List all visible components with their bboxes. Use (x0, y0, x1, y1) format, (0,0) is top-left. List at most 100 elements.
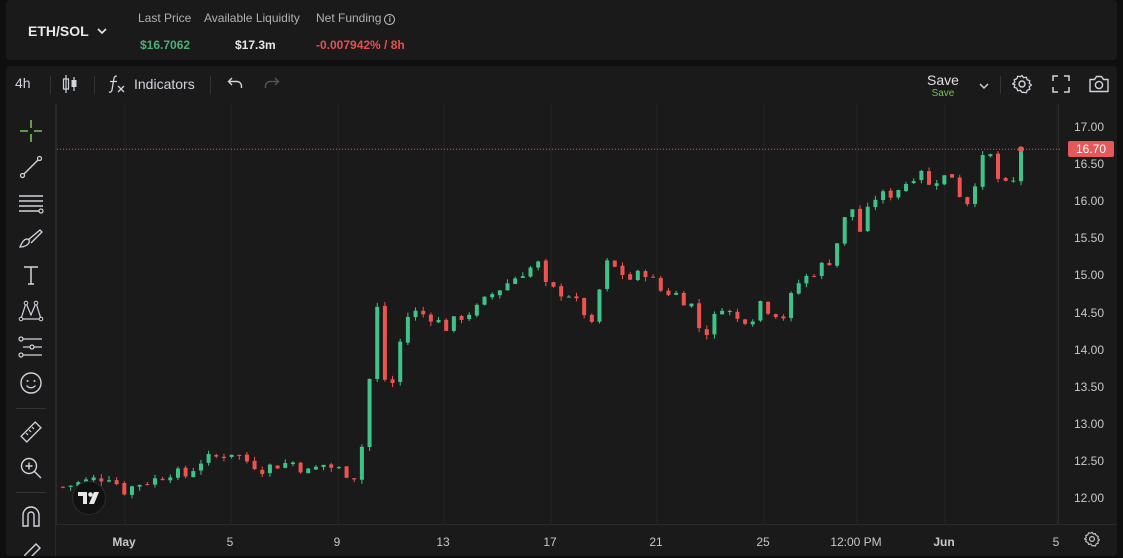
candle (237, 454, 242, 460)
save-button[interactable]: Save Save (927, 72, 959, 99)
candle (68, 485, 73, 491)
candle-body (421, 310, 426, 315)
candle (183, 465, 188, 479)
net-funding-label: Net Funding i (316, 11, 396, 25)
x-tick-label: 13 (436, 535, 450, 549)
info-icon[interactable]: i (384, 14, 396, 25)
crosshair-tool[interactable] (18, 118, 44, 144)
last-price-value: $16.7062 (140, 38, 191, 52)
candle (582, 297, 587, 319)
candle (152, 474, 157, 488)
candle (329, 462, 334, 472)
settings-button[interactable] (1011, 74, 1033, 97)
redo-button[interactable] (264, 76, 280, 93)
candle (382, 301, 387, 382)
candle (367, 378, 372, 451)
price-axis[interactable]: 17.00 16.50 16.00 15.50 15.00 14.50 14.00 13.50… (1059, 104, 1117, 524)
candle-body (467, 314, 472, 320)
brush-tool[interactable] (18, 226, 44, 252)
magnet-tool[interactable] (18, 504, 44, 530)
tradingview-logo[interactable] (72, 481, 106, 515)
save-menu-button[interactable] (979, 77, 989, 93)
candle-body (61, 486, 65, 488)
fib-tool[interactable] (18, 190, 44, 216)
candle (942, 175, 947, 186)
candle-body (980, 155, 985, 187)
projection-tool[interactable] (18, 334, 44, 360)
candles-icon (62, 75, 77, 93)
interval-button[interactable]: 4h (15, 75, 31, 91)
candle-body (781, 316, 786, 319)
candle (973, 183, 978, 208)
candle (421, 306, 426, 318)
candle-body (298, 462, 303, 473)
pair-label: ETH/SOL (28, 23, 89, 39)
ruler-tool[interactable] (18, 419, 44, 445)
candle (865, 202, 870, 233)
candle-body (582, 298, 587, 316)
candle-body (336, 467, 341, 469)
candle (160, 476, 165, 481)
pair-selector[interactable]: ETH/SOL (28, 23, 107, 39)
candle (827, 259, 832, 266)
candle (620, 262, 625, 280)
candle-body (175, 468, 180, 478)
candle (681, 290, 686, 306)
pattern-tool[interactable] (18, 298, 44, 324)
lock-drawing-tool[interactable] (18, 540, 44, 556)
candle-body (344, 466, 349, 478)
candle (175, 466, 180, 480)
last-price-marker (1018, 146, 1024, 153)
candle-body (950, 174, 955, 178)
y-tick-label: 15.50 (1074, 231, 1105, 246)
candle (796, 279, 801, 295)
candle-body (727, 310, 732, 312)
zoom-tool[interactable] (18, 455, 44, 481)
fullscreen-button[interactable] (1052, 75, 1070, 96)
candle-body (1003, 178, 1008, 181)
candle (520, 272, 525, 279)
x-tick-label: 17 (543, 535, 557, 549)
candle-body (260, 469, 265, 474)
time-axis[interactable]: May 5 9 13 17 21 25 12:00 PM Jun 5 (56, 524, 1117, 556)
candle-body (796, 283, 801, 294)
candle-body (620, 265, 625, 275)
candle (988, 153, 993, 158)
candle (842, 216, 847, 246)
x-tick-label: 21 (649, 535, 663, 549)
screenshot-button[interactable] (1088, 75, 1110, 96)
candle-body (712, 313, 717, 335)
candle (283, 459, 288, 469)
chart-plot-area[interactable] (56, 104, 1060, 524)
toolbar-divider (1000, 76, 1001, 94)
y-tick-label: 12.50 (1074, 453, 1105, 468)
save-status: Save (931, 88, 955, 99)
undo-button[interactable] (227, 76, 243, 93)
candle (405, 312, 410, 346)
candle (819, 261, 824, 280)
candle (61, 486, 65, 489)
candle (436, 316, 441, 324)
candle (904, 181, 909, 193)
candle (804, 273, 809, 288)
candle-body (91, 477, 96, 481)
candle (137, 484, 142, 491)
candle (980, 151, 985, 190)
candle-body (904, 184, 909, 191)
chart-type-button[interactable] (62, 74, 78, 97)
trend-line-tool[interactable] (18, 154, 44, 180)
candle-body (536, 261, 541, 268)
candle-body (597, 289, 602, 322)
y-tick-label: 16.00 (1074, 194, 1105, 209)
candle-body (122, 483, 127, 495)
candle-body (942, 175, 947, 185)
axis-settings-button[interactable] (1083, 531, 1101, 552)
emoji-tool[interactable] (18, 370, 44, 396)
candle-body (428, 314, 433, 322)
candle-body (283, 463, 288, 468)
indicators-button[interactable]: Indicators (108, 74, 195, 94)
text-tool[interactable] (18, 262, 44, 288)
chart-panel: 4h Indicators Save Save 17.00 16.50 16.0… (6, 66, 1117, 556)
zoom-in-icon (20, 457, 42, 479)
y-tick-label: 17.00 (1074, 120, 1105, 134)
